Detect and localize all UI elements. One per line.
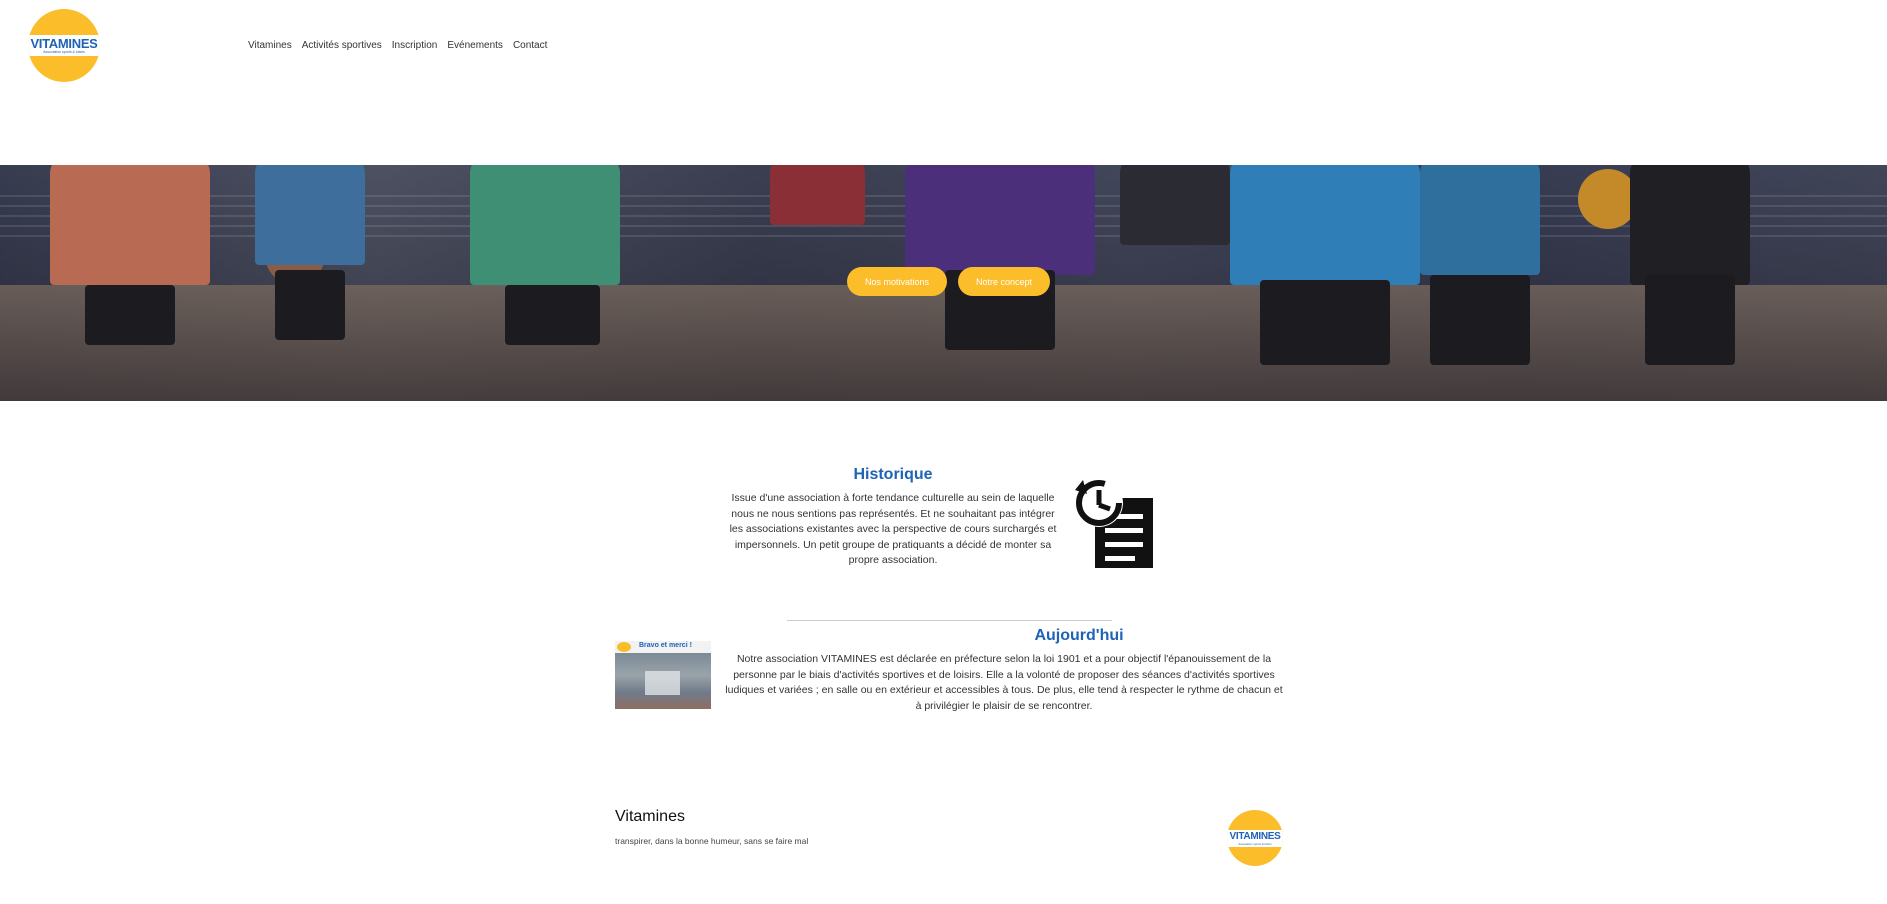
- hero-person: [1420, 165, 1540, 275]
- photo-caption: Bravo et merci !: [639, 642, 692, 649]
- logo-title: VITAMINES: [30, 36, 98, 51]
- nav-item-activites-sportives[interactable]: Activités sportives: [302, 40, 382, 52]
- footer-logo-subtitle: Association sports & loisirs: [1238, 841, 1272, 846]
- hero-ball: [1578, 169, 1638, 229]
- hero-buttons: Nos motivations Notre concept: [847, 267, 1051, 296]
- main-nav: Vitamines Activités sportives Inscriptio…: [248, 40, 547, 52]
- aujourdhui-section: Aujourd'hui Notre association VITAMINES …: [724, 627, 1284, 714]
- hero-person: [1630, 165, 1750, 285]
- footer-title: Vitamines: [615, 808, 685, 825]
- hero-banner: Nos motivations Notre concept: [0, 165, 1887, 401]
- footer-tagline: transpirer, dans la bonne humeur, sans s…: [615, 836, 809, 846]
- hero-person: [1120, 165, 1230, 245]
- historique-section: Historique Issue d'une association à for…: [728, 466, 1058, 569]
- nos-motivations-button[interactable]: Nos motivations: [847, 267, 948, 296]
- nav-item-evenements[interactable]: Evénements: [447, 40, 503, 52]
- history-document-icon: [1075, 479, 1153, 568]
- hero-person: [470, 165, 620, 285]
- page: VITAMINES Association sports & loisirs V…: [0, 0, 1887, 904]
- footer-logo[interactable]: VITAMINES Association sports & loisirs: [1227, 810, 1283, 866]
- hero-person-legs: [1260, 280, 1390, 365]
- hero-person: [255, 165, 365, 265]
- footer-logo-title: VITAMINES: [1229, 830, 1281, 842]
- hero-person-legs: [505, 285, 600, 345]
- hero-person: [50, 165, 210, 285]
- hero-person-legs: [1430, 275, 1530, 365]
- hero-person-legs: [275, 270, 345, 340]
- hero-person-legs: [85, 285, 175, 345]
- photo-badge: [617, 642, 631, 652]
- footer-logo-band: VITAMINES Association sports & loisirs: [1227, 829, 1283, 847]
- aujourdhui-title: Aujourd'hui: [1034, 627, 1124, 644]
- notre-concept-button[interactable]: Notre concept: [958, 267, 1051, 296]
- hero-person-legs: [1645, 275, 1735, 365]
- logo-band: VITAMINES Association sports & loisirs: [28, 35, 100, 56]
- nav-item-contact[interactable]: Contact: [513, 40, 547, 52]
- historique-title: Historique: [853, 466, 933, 483]
- nav-item-vitamines[interactable]: Vitamines: [248, 40, 292, 52]
- nav-item-inscription[interactable]: Inscription: [392, 40, 438, 52]
- historique-text: Issue d'une association à forte tendance…: [729, 492, 1057, 566]
- hero-person: [1230, 165, 1420, 285]
- site-logo[interactable]: VITAMINES Association sports & loisirs: [28, 9, 100, 82]
- section-divider: [787, 620, 1112, 621]
- hero-person: [770, 165, 865, 225]
- aujourdhui-text: Notre association VITAMINES est déclarée…: [725, 653, 1283, 712]
- aujourdhui-photo: Bravo et merci !: [615, 641, 711, 709]
- hero-person: [905, 165, 1095, 275]
- site-header: VITAMINES Association sports & loisirs V…: [0, 0, 1887, 165]
- photo-scene-center: [645, 671, 680, 695]
